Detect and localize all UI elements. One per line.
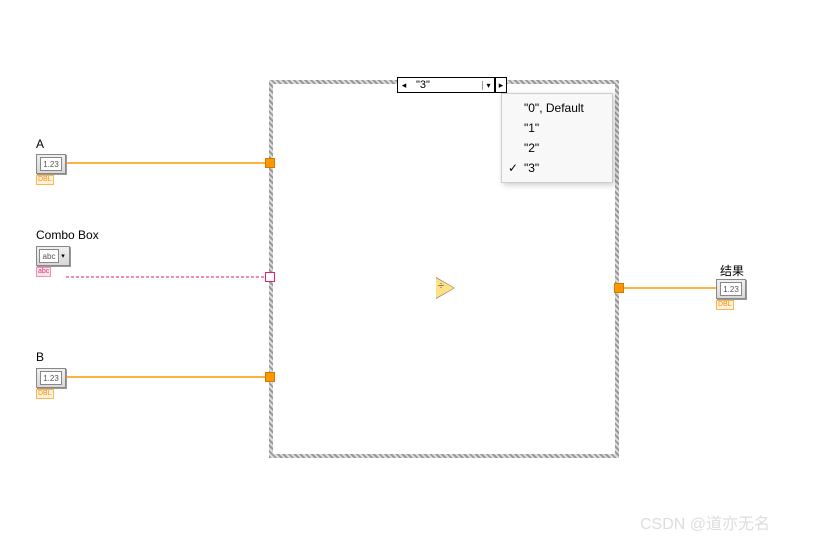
- case-dropdown-item-1[interactable]: "1": [502, 118, 612, 138]
- result-value: 1.23: [720, 282, 742, 296]
- control-a-value: 1.23: [40, 157, 62, 171]
- result-terminal[interactable]: 1.23: [716, 279, 746, 299]
- case-dropdown-item-3[interactable]: "3": [502, 158, 612, 178]
- combo-terminal[interactable]: abc ▾: [36, 246, 70, 266]
- control-b-terminal[interactable]: 1.23: [36, 368, 66, 388]
- result-label: 结果: [720, 262, 744, 279]
- case-dropdown-arrow-icon[interactable]: ▾: [482, 81, 494, 90]
- combo-value: abc: [39, 249, 59, 263]
- case-dropdown-item-0[interactable]: "0", Default: [502, 98, 612, 118]
- case-selector-value: "3": [410, 79, 482, 91]
- control-b-type-tag: DBL: [36, 389, 54, 399]
- case-selector[interactable]: ◂ "3" ▾: [397, 77, 495, 93]
- divide-node[interactable]: [436, 278, 454, 298]
- case-prev-arrow-icon[interactable]: ◂: [398, 80, 410, 91]
- tunnel-result-out[interactable]: [614, 283, 624, 293]
- control-a-label: A: [36, 137, 44, 151]
- combo-dropdown-icon: ▾: [59, 252, 67, 260]
- case-dropdown-menu: "0", Default "1" "2" "3": [501, 93, 613, 183]
- watermark-text: CSDN @道亦无名: [640, 510, 770, 534]
- combo-type-tag: abc: [36, 267, 51, 277]
- case-next-arrow-icon[interactable]: ▸: [495, 77, 507, 93]
- control-a-type-tag: DBL: [36, 175, 54, 185]
- tunnel-combo-in[interactable]: [265, 272, 275, 282]
- result-type-tag: DBL: [716, 300, 734, 310]
- tunnel-b-in[interactable]: [265, 372, 275, 382]
- combo-label: Combo Box: [36, 228, 99, 242]
- control-b-value: 1.23: [40, 371, 62, 385]
- case-dropdown-item-2[interactable]: "2": [502, 138, 612, 158]
- tunnel-a-in[interactable]: [265, 158, 275, 168]
- control-a-terminal[interactable]: 1.23: [36, 154, 66, 174]
- control-b-label: B: [36, 350, 44, 364]
